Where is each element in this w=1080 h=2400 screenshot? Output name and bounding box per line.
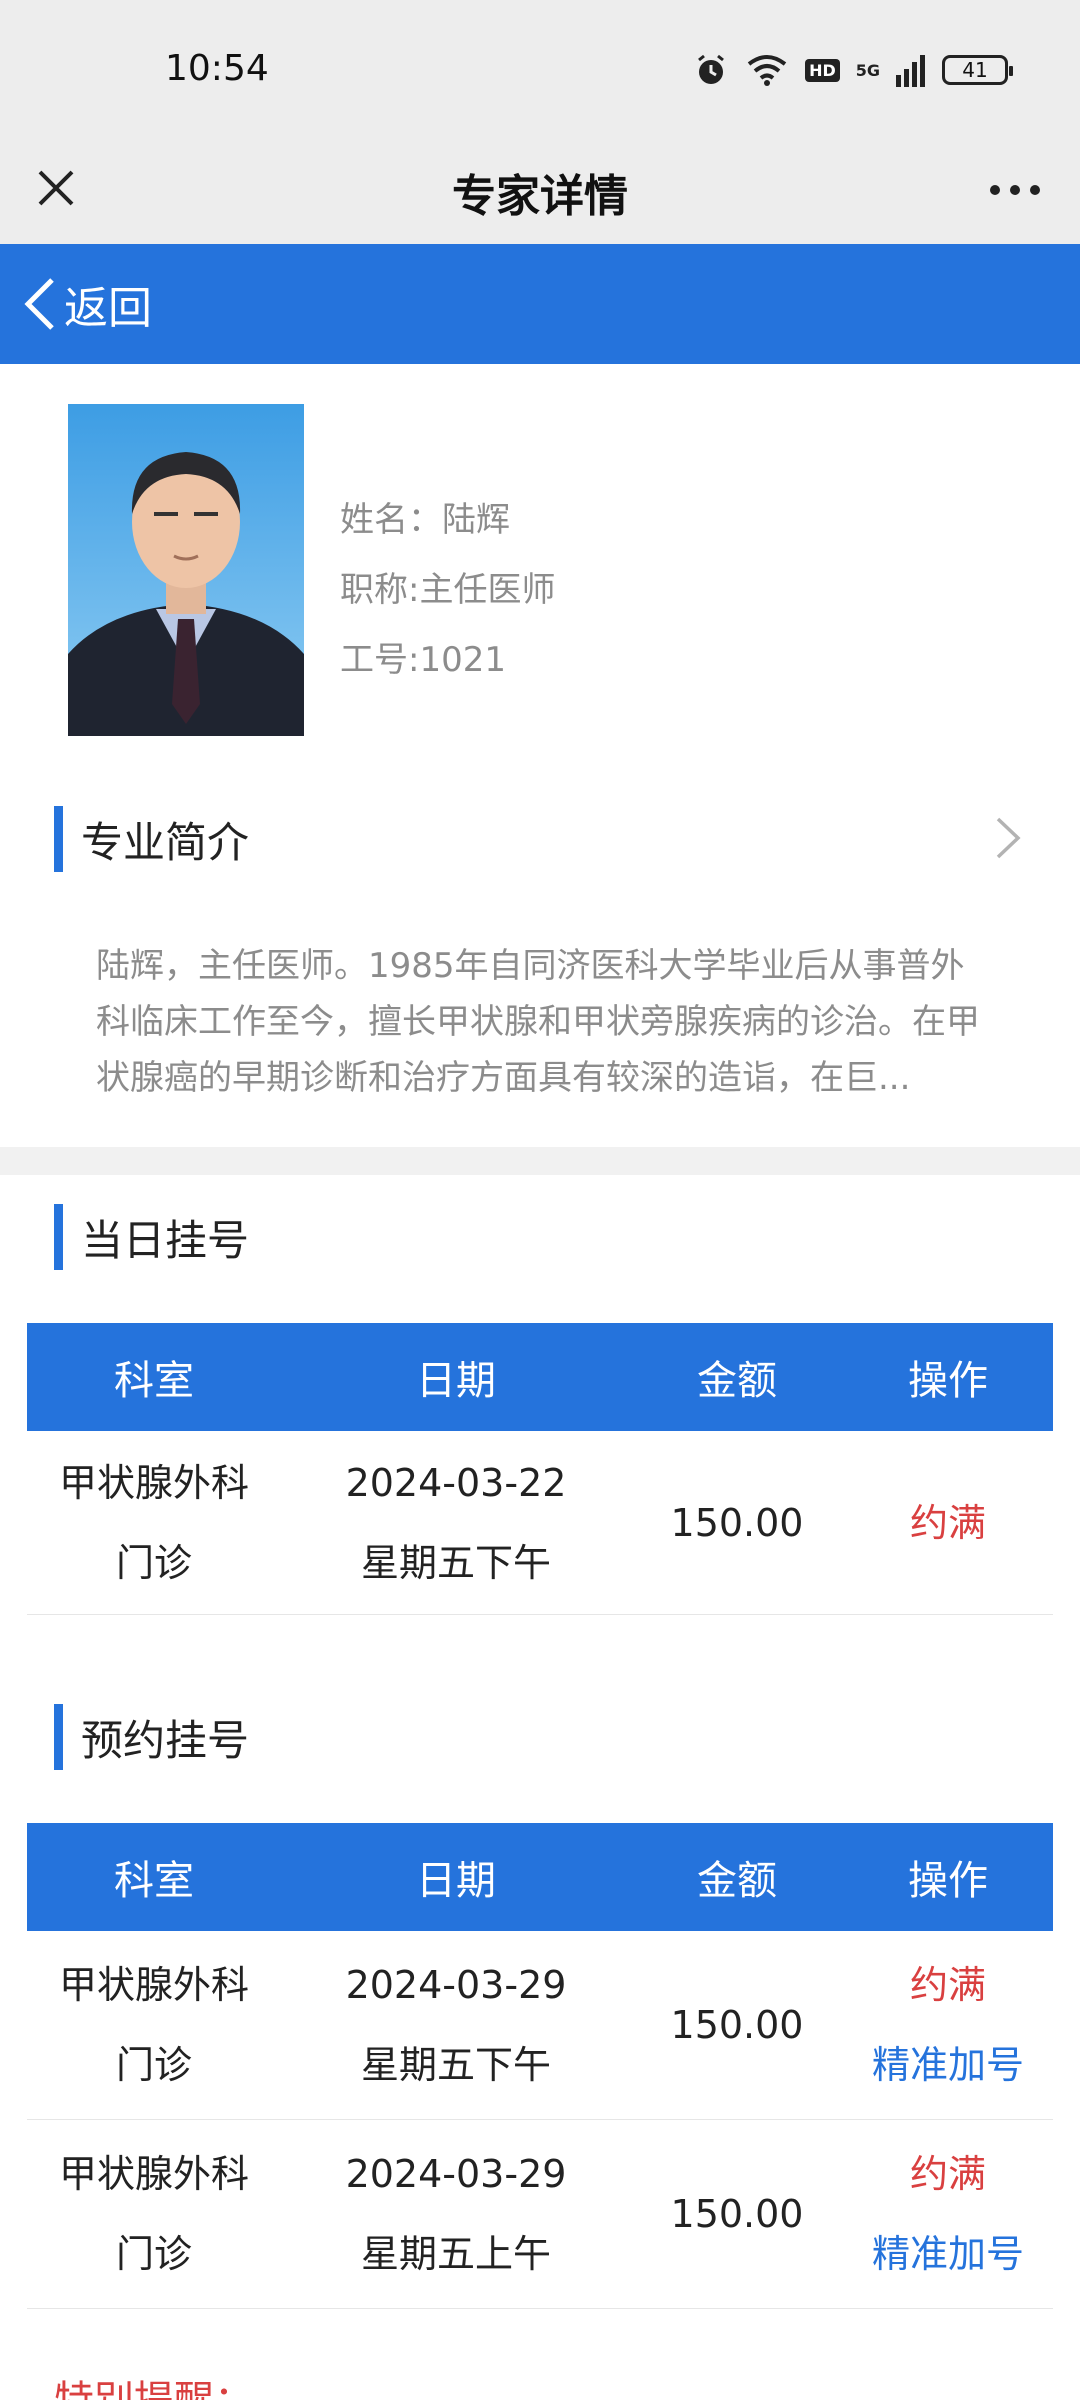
amount-cell: 150.00 <box>670 1500 804 1545</box>
dept-type: 门诊 <box>115 2043 192 2087</box>
date-cell: 2024-03-22 星期五下午 <box>281 1431 631 1614</box>
col-date: 日期 <box>416 1358 496 1404</box>
amount-cell: 150.00 <box>670 2192 804 2236</box>
doctor-id: 1021 <box>419 640 506 680</box>
dept-cell: 甲状腺外科 门诊 <box>27 2120 281 2308</box>
amount-cell: 150.00 <box>670 2003 804 2047</box>
section-accent-bar <box>54 806 63 872</box>
status-bar: 10:54 HD 5G 41 <box>0 0 1080 140</box>
battery-indicator: 41 <box>942 55 1013 85</box>
status-icons: HD 5G 41 <box>693 48 1013 92</box>
appointment-heading: 预约挂号 <box>81 1715 250 1765</box>
same-day-table: 科室 日期 金额 操作 甲状腺外科 门诊 2024-03-22 星期五下午 15… <box>27 1323 1053 1615</box>
profile-text: 陆辉，主任医师。1985年自同济医科大学毕业后从事普外科临床工作至今，擅长甲状腺… <box>96 946 980 1098</box>
col-amount: 金额 <box>697 1358 777 1404</box>
appointment-table: 科室 日期 金额 操作 甲状腺外科 门诊 2024-03-29 星期五下午 15… <box>27 1823 1053 2309</box>
dept-cell: 甲状腺外科 门诊 <box>27 1431 281 1614</box>
action-cell: 约满 精准加号 <box>843 1931 1053 2119</box>
network-type: 5G <box>855 60 880 80</box>
dept-name: 甲状腺外科 <box>58 1963 249 2007</box>
signal-icon <box>896 55 925 87</box>
dept-type: 门诊 <box>115 1540 192 1585</box>
hd-badge: HD <box>805 58 840 82</box>
back-button[interactable]: 返回 <box>0 244 1080 364</box>
date: 2024-03-22 <box>345 1460 567 1505</box>
action-cell: 约满 精准加号 <box>843 2120 1053 2308</box>
table-header: 科室 日期 金额 操作 <box>27 1323 1053 1431</box>
dept-name: 甲状腺外科 <box>58 1460 249 1505</box>
title-row: 职称:主任医师 <box>340 555 555 625</box>
chevron-left-icon <box>24 278 54 330</box>
more-button[interactable] <box>980 160 1050 220</box>
precise-add-number-link[interactable]: 精准加号 <box>872 2214 1024 2294</box>
dept-name: 甲状腺外科 <box>58 2152 249 2196</box>
doctor-info: 姓名：陆辉 职称:主任医师 工号:1021 <box>340 485 555 695</box>
precise-add-number-link[interactable]: 精准加号 <box>872 2025 1024 2105</box>
doctor-name: 陆辉 <box>442 500 510 540</box>
table-header: 科室 日期 金额 操作 <box>27 1823 1053 1931</box>
table-row: 甲状腺外科 门诊 2024-03-29 星期五下午 150.00 约满 精准加号 <box>27 1931 1053 2120</box>
col-dept: 科室 <box>114 1358 194 1404</box>
alarm-icon <box>698 54 724 84</box>
col-amount: 金额 <box>697 1858 777 1904</box>
name-row: 姓名：陆辉 <box>340 485 555 555</box>
appointment-header: 预约挂号 <box>54 1702 249 1772</box>
action-cell: 约满 <box>843 1431 1053 1614</box>
section-accent-bar <box>54 1204 63 1270</box>
chevron-right-icon[interactable] <box>988 815 1028 861</box>
same-day-header: 当日挂号 <box>54 1202 249 1272</box>
profile-header[interactable]: 专业简介 <box>54 804 249 874</box>
date: 2024-03-29 <box>345 1963 567 2007</box>
status-time: 10:54 <box>165 48 269 89</box>
session: 星期五上午 <box>360 2232 551 2276</box>
special-notice-label: 特别提醒： <box>54 2368 254 2400</box>
id-label: 工号: <box>340 640 420 680</box>
status-full: 约满 <box>909 2152 986 2196</box>
back-label: 返回 <box>64 283 152 334</box>
dept-type: 门诊 <box>115 2232 192 2276</box>
session: 星期五下午 <box>360 1540 551 1585</box>
profile-heading: 专业简介 <box>81 817 250 867</box>
same-day-heading: 当日挂号 <box>81 1215 250 1265</box>
page-title: 专家详情 <box>452 171 628 222</box>
doctor-photo <box>68 404 304 736</box>
section-divider <box>0 1147 1080 1175</box>
table-row: 甲状腺外科 门诊 2024-03-29 星期五上午 150.00 约满 精准加号 <box>27 2120 1053 2309</box>
date: 2024-03-29 <box>345 2152 567 2196</box>
section-accent-bar <box>54 1704 63 1770</box>
session: 星期五下午 <box>360 2043 551 2087</box>
col-action: 操作 <box>908 1858 988 1904</box>
dept-cell: 甲状腺外科 门诊 <box>27 1931 281 2119</box>
wifi-icon <box>747 55 787 86</box>
id-row: 工号:1021 <box>340 625 555 695</box>
status-full: 约满 <box>909 1500 986 1545</box>
status-full: 约满 <box>909 1963 986 2007</box>
col-dept: 科室 <box>114 1858 194 1904</box>
date-cell: 2024-03-29 星期五上午 <box>281 2120 631 2308</box>
nav-bar: 专家详情 <box>0 140 1080 244</box>
date-cell: 2024-03-29 星期五下午 <box>281 1931 631 2119</box>
more-icon <box>990 185 1040 195</box>
table-row: 甲状腺外科 门诊 2024-03-22 星期五下午 150.00 约满 <box>27 1431 1053 1615</box>
doctor-title: 主任医师 <box>419 570 556 610</box>
col-action: 操作 <box>908 1358 988 1404</box>
title-label: 职称: <box>340 570 420 610</box>
col-date: 日期 <box>416 1858 496 1904</box>
name-label: 姓名： <box>340 500 442 540</box>
